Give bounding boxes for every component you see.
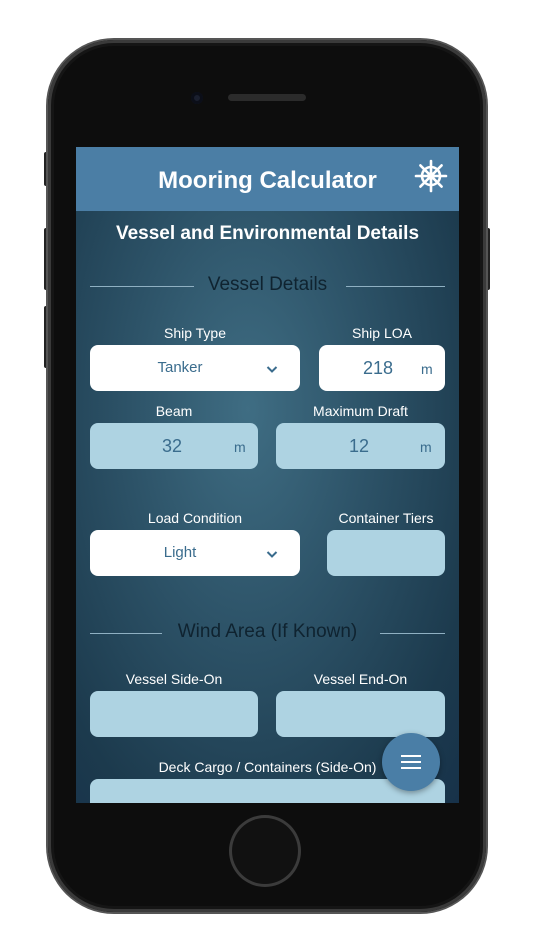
beam-input[interactable]: 32 m [90, 423, 258, 469]
vessel-end-on-input[interactable] [276, 691, 445, 737]
front-camera [191, 92, 203, 104]
load-condition-label: Load Condition [147, 510, 243, 526]
ship-loa-input[interactable]: 218 m [319, 345, 445, 391]
ship-type-select[interactable]: Tanker [90, 345, 300, 391]
vessel-details-heading: Vessel Details [90, 274, 445, 298]
ship-type-value: Tanker [157, 359, 203, 376]
chevron-down-icon [266, 551, 278, 558]
load-condition-value: Light [163, 544, 197, 561]
container-tiers-input[interactable] [327, 530, 445, 576]
earpiece-speaker [228, 94, 306, 101]
ship-loa-unit: m [421, 361, 433, 377]
max-draft-label: Maximum Draft [313, 403, 408, 419]
beam-label: Beam [155, 403, 193, 419]
divider-line-right [380, 633, 445, 634]
menu-fab-button[interactable] [382, 733, 440, 791]
ship-loa-value: 218 [363, 358, 394, 378]
max-draft-value: 12 [349, 436, 370, 456]
wind-area-heading: Wind Area (If Known) [90, 621, 445, 645]
menu-icon [401, 755, 421, 769]
container-tiers-label: Container Tiers [338, 510, 434, 526]
vessel-details-heading-text: Vessel Details [207, 274, 328, 295]
home-button[interactable] [232, 818, 298, 884]
ship-wheel-icon[interactable] [414, 159, 448, 193]
wind-area-heading-text: Wind Area (If Known) [177, 621, 358, 642]
max-draft-input[interactable]: 12 m [276, 423, 445, 469]
divider-line-right [346, 286, 445, 287]
vessel-end-on-label: Vessel End-On [313, 671, 408, 687]
beam-unit: m [234, 439, 246, 455]
section-title: Vessel and Environmental Details [115, 223, 420, 244]
chevron-down-icon [266, 366, 278, 373]
vessel-side-on-label: Vessel Side-On [125, 671, 223, 687]
app-title: Mooring Calculator [158, 167, 377, 194]
app-screen: Mooring Calculator Vessel and Environmen… [76, 147, 459, 803]
max-draft-unit: m [420, 439, 432, 455]
ship-loa-label: Ship LOA [352, 325, 412, 341]
load-condition-select[interactable]: Light [90, 530, 300, 576]
vessel-side-on-input[interactable] [90, 691, 258, 737]
ship-type-label: Ship Type [163, 325, 226, 341]
beam-value: 32 [162, 436, 183, 456]
